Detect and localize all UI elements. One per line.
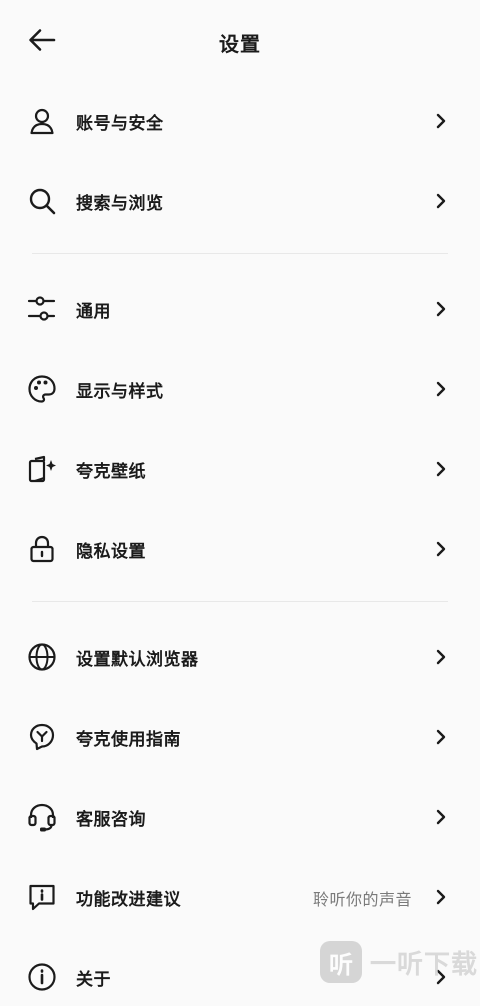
settings-item-customer-service[interactable]: 客服咨询 [0, 786, 480, 846]
chevron-right-icon [436, 113, 446, 129]
settings-item-default-browser[interactable]: 设置默认浏览器 [0, 626, 480, 686]
chevron-right-icon [436, 193, 446, 209]
chevron-right-icon [436, 809, 446, 825]
settings-item-label: 夸克壁纸 [76, 462, 146, 482]
settings-item-label: 关于 [76, 970, 111, 990]
bulb-guide-icon [26, 721, 58, 753]
chevron-right-icon [436, 381, 446, 397]
globe-icon [26, 641, 58, 673]
settings-item-usage-guide[interactable]: 夸克使用指南 [0, 706, 480, 766]
settings-item-label: 隐私设置 [76, 542, 146, 562]
feedback-icon [26, 881, 58, 913]
chevron-right-icon [436, 729, 446, 745]
section-divider [32, 601, 448, 602]
settings-item-feedback[interactable]: 功能改进建议 聆听你的声音 [0, 866, 480, 926]
wallpaper-sparkle-icon [26, 453, 58, 485]
chevron-right-icon [436, 301, 446, 317]
sliders-icon [26, 293, 58, 325]
settings-item-label: 账号与安全 [76, 114, 164, 134]
feedback-hint-text: 聆听你的声音 [312, 890, 412, 909]
info-icon [26, 961, 58, 993]
header: 设置 [0, 0, 480, 80]
page-title: 设置 [219, 32, 261, 56]
watermark: 听 一听下载 [320, 940, 480, 984]
settings-item-label: 通用 [76, 302, 111, 322]
watermark-badge: 听 [320, 941, 362, 983]
headset-icon [26, 801, 58, 833]
chevron-right-icon [436, 889, 446, 905]
watermark-text: 一听下载 [370, 949, 479, 980]
settings-item-label: 夸克使用指南 [76, 730, 181, 750]
settings-item-general[interactable]: 通用 [0, 278, 480, 338]
lock-icon [26, 533, 58, 565]
chevron-right-icon [436, 461, 446, 477]
settings-item-quark-wallpaper[interactable]: 夸克壁纸 [0, 438, 480, 498]
settings-item-label: 客服咨询 [76, 810, 146, 830]
settings-item-privacy[interactable]: 隐私设置 [0, 518, 480, 578]
settings-item-account-security[interactable]: 账号与安全 [0, 90, 480, 150]
settings-item-label: 显示与样式 [76, 382, 164, 402]
settings-item-search-browse[interactable]: 搜索与浏览 [0, 170, 480, 230]
search-icon [26, 185, 58, 217]
section-divider [32, 253, 448, 254]
settings-item-label: 搜索与浏览 [76, 194, 164, 214]
chevron-right-icon [436, 649, 446, 665]
user-icon [26, 105, 58, 137]
settings-item-label: 设置默认浏览器 [76, 650, 199, 670]
chevron-right-icon [436, 541, 446, 557]
settings-item-display-style[interactable]: 显示与样式 [0, 358, 480, 418]
settings-item-label: 功能改进建议 [76, 890, 181, 910]
palette-icon [26, 373, 58, 405]
